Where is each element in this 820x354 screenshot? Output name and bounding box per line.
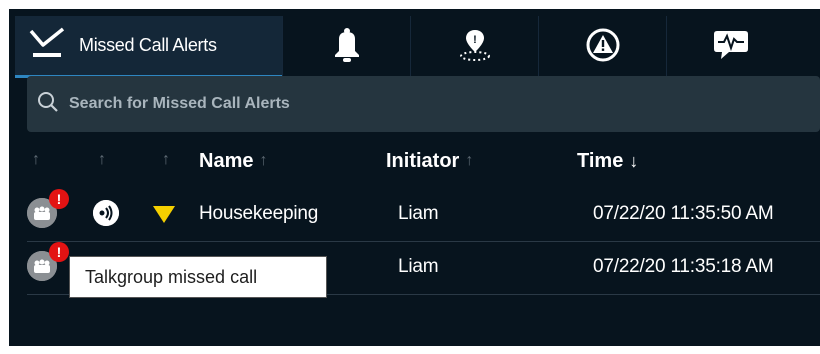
- location-pin-icon: !: [457, 27, 493, 68]
- tab-notifications[interactable]: [282, 16, 410, 78]
- tab-location[interactable]: !: [410, 16, 538, 78]
- tooltip-text: Talkgroup missed call: [85, 266, 258, 287]
- checkmark-inbox-icon: [27, 23, 67, 68]
- column-header-name-label: Name: [199, 149, 254, 172]
- tab-missed-call-alerts[interactable]: Missed Call Alerts: [15, 16, 282, 78]
- column-header-time-label: Time: [577, 149, 624, 172]
- audio-icon[interactable]: [93, 200, 119, 226]
- bell-icon: [332, 27, 362, 68]
- tab-bar: Missed Call Alerts !: [15, 16, 820, 80]
- tab-label: Missed Call Alerts: [79, 35, 217, 55]
- row-initiator: Liam: [398, 203, 439, 224]
- sort-arrow-icon: ↑: [259, 152, 268, 169]
- sort-arrow-icon: ↓: [629, 150, 639, 171]
- tab-voice[interactable]: [666, 16, 794, 78]
- row-initiator: Liam: [398, 256, 439, 277]
- sort-audio-column[interactable]: ↑: [98, 151, 106, 169]
- column-header-initiator[interactable]: Initiator ↑: [386, 147, 473, 175]
- search-icon: [37, 91, 59, 118]
- tooltip: Talkgroup missed call: [69, 256, 327, 298]
- row-time: 07/22/20 11:35:50 AM: [593, 203, 774, 224]
- svg-text:!: !: [473, 34, 477, 46]
- priority-triangle-icon: [152, 204, 176, 229]
- row-name: Housekeeping: [199, 203, 319, 224]
- missed-alert-badge: !: [49, 242, 69, 262]
- row-time: 07/22/20 11:35:18 AM: [593, 256, 774, 277]
- tab-emergency[interactable]: [538, 16, 666, 78]
- sort-avatar-column[interactable]: ↑: [32, 151, 40, 169]
- search-input[interactable]: [67, 94, 751, 114]
- sort-priority-column[interactable]: ↑: [162, 151, 170, 169]
- column-header-name[interactable]: Name ↑: [199, 147, 267, 175]
- search-bar: [27, 76, 820, 132]
- warning-icon: [585, 27, 621, 68]
- sort-arrow-icon: ↑: [465, 152, 474, 169]
- voice-chat-icon: [711, 27, 751, 68]
- table-row[interactable]: ! Housekeeping Liam 07/22/20 11:35:50 AM: [27, 189, 820, 242]
- column-header-time[interactable]: Time ↓: [577, 147, 638, 175]
- column-header-initiator-label: Initiator: [386, 149, 460, 172]
- missed-alert-badge: !: [49, 189, 69, 209]
